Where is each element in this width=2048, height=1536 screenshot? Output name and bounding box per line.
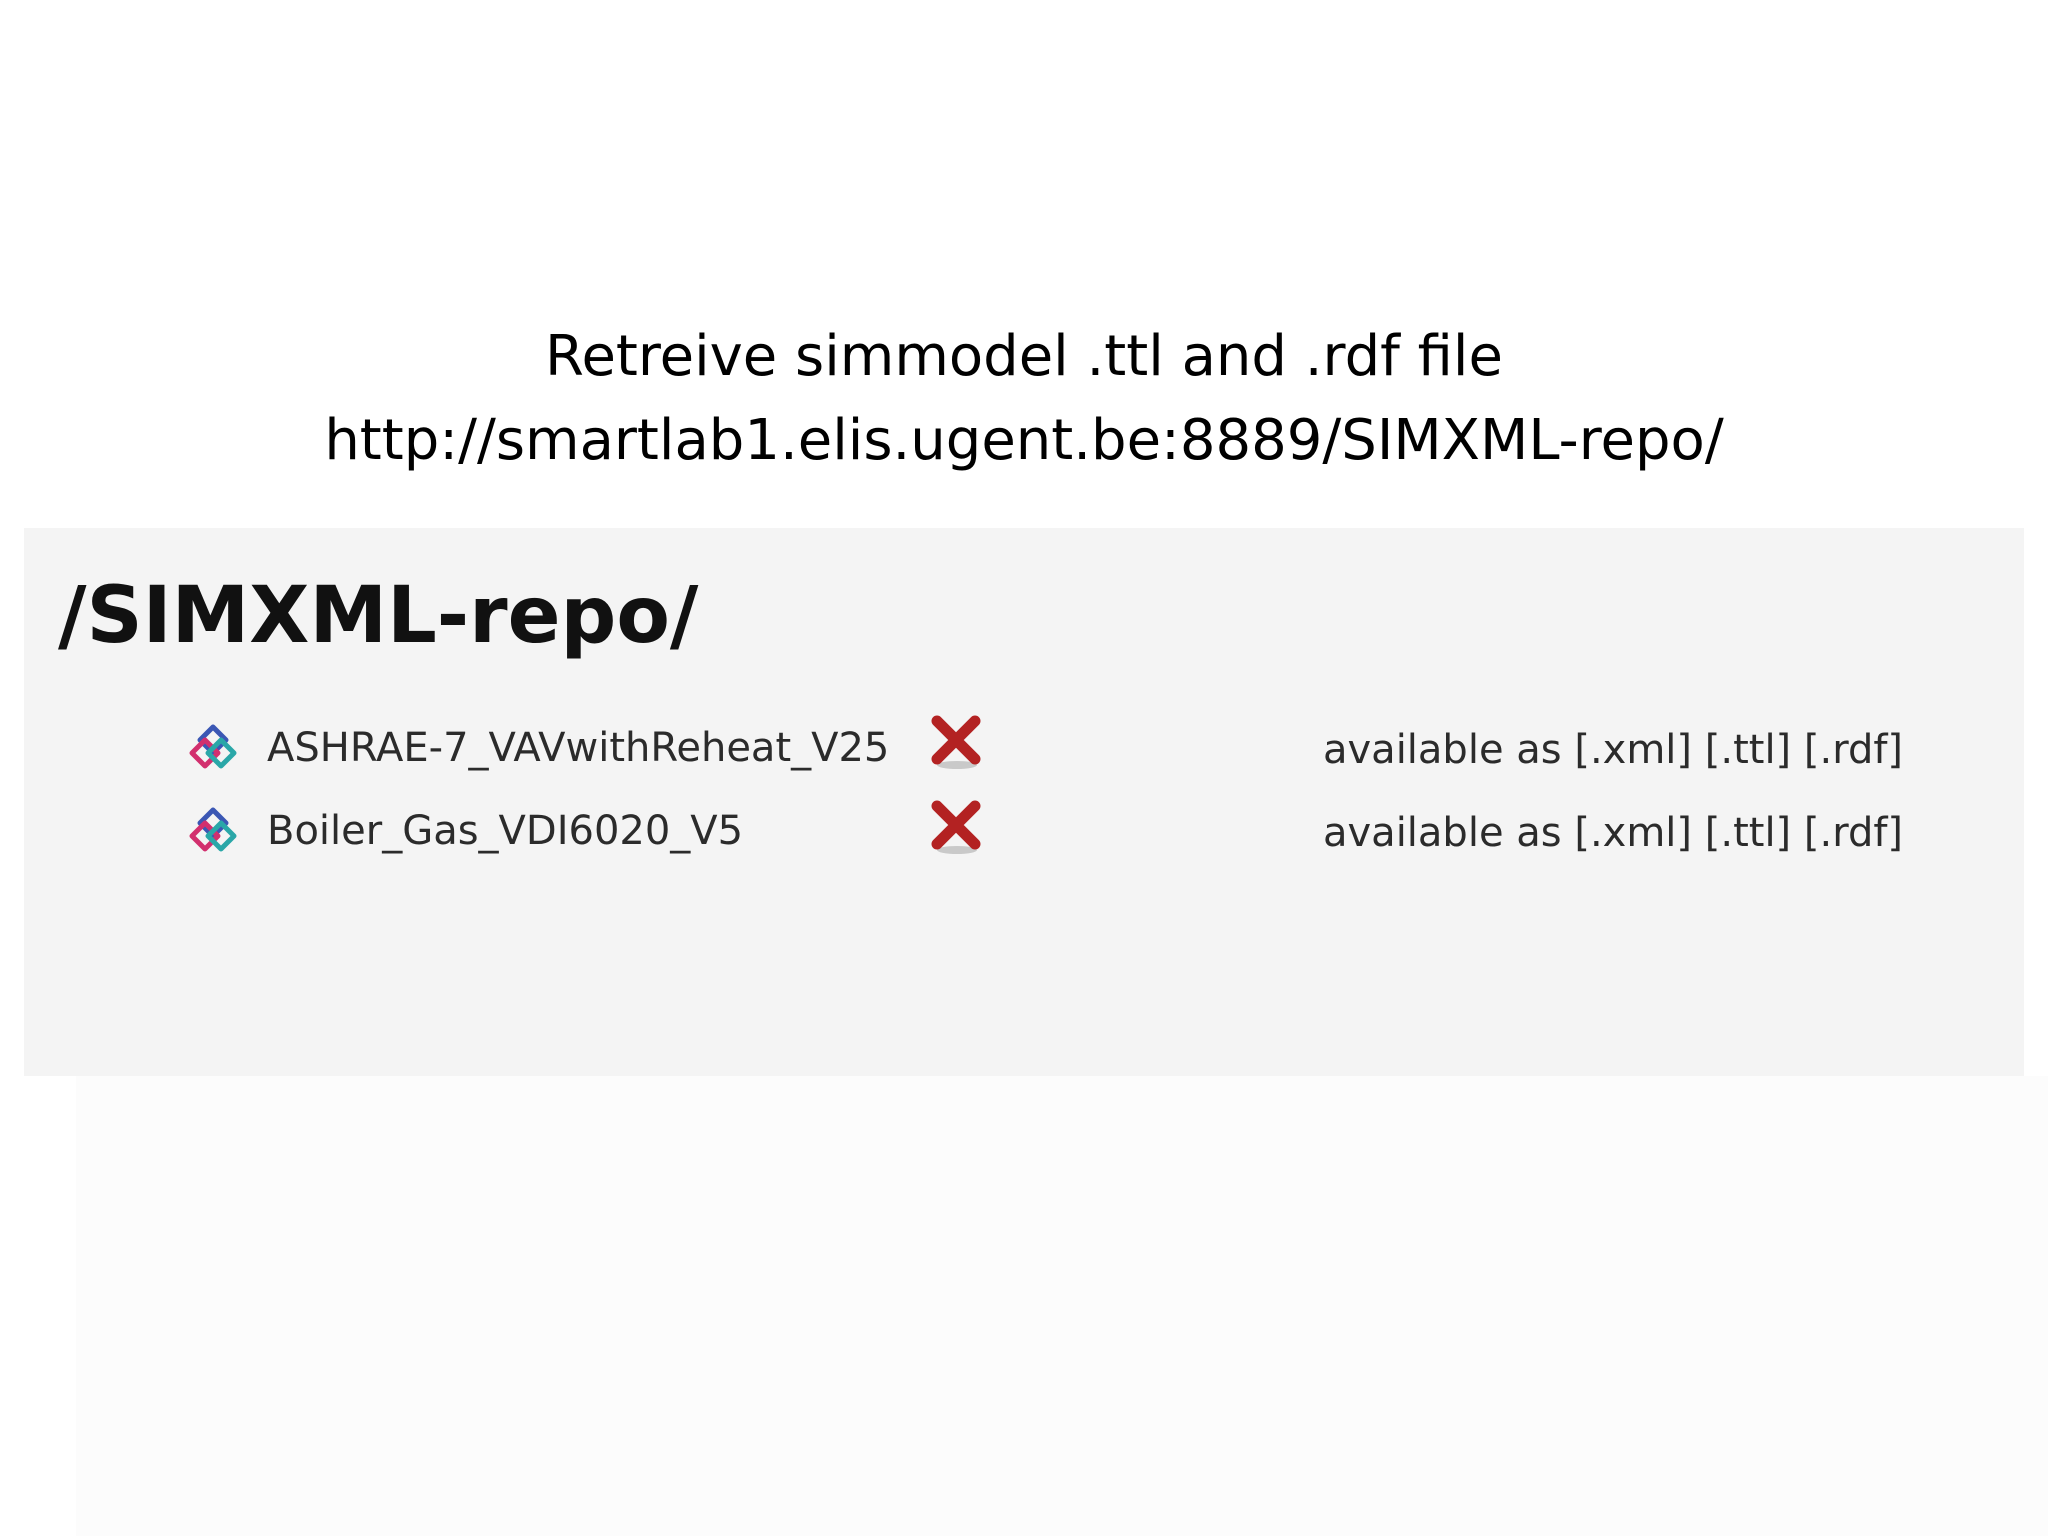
- delete-x-icon[interactable]: [927, 713, 985, 771]
- repo-listing-panel: /SIMXML-repo/ ASHRAE-7_VAVwithReheat_V25…: [24, 528, 2024, 1076]
- file-name-link[interactable]: Boiler_Gas_VDI6020_V5: [267, 806, 743, 856]
- format-link-xml[interactable]: [.xml]: [1574, 810, 1692, 856]
- available-formats: available as [.xml] [.ttl] [.rdf]: [1323, 725, 1903, 775]
- slide-heading: Retreive simmodel .ttl and .rdf file htt…: [0, 315, 2048, 483]
- blank-lower-area: [76, 1076, 2048, 1536]
- format-link-xml[interactable]: [.xml]: [1574, 727, 1692, 773]
- format-link-rdf[interactable]: [.rdf]: [1804, 810, 1903, 856]
- delete-x-icon[interactable]: [927, 798, 985, 856]
- available-as-label: available as: [1323, 727, 1562, 773]
- slide-heading-title: Retreive simmodel .ttl and .rdf file: [545, 324, 1503, 389]
- simmodel-file-icon[interactable]: [186, 721, 240, 775]
- file-row: Boiler_Gas_VDI6020_V5 available as [.xml…: [24, 796, 2024, 866]
- repo-title: /SIMXML-repo/: [58, 571, 699, 661]
- format-link-rdf[interactable]: [.rdf]: [1804, 727, 1903, 773]
- available-formats: available as [.xml] [.ttl] [.rdf]: [1323, 808, 1903, 858]
- simmodel-file-icon[interactable]: [186, 804, 240, 858]
- file-row: ASHRAE-7_VAVwithReheat_V25 available as …: [24, 713, 2024, 783]
- available-as-label: available as: [1323, 810, 1562, 856]
- slide-heading-url: http://smartlab1.elis.ugent.be:8889/SIMX…: [324, 408, 1724, 473]
- format-link-ttl[interactable]: [.ttl]: [1705, 810, 1791, 856]
- format-link-ttl[interactable]: [.ttl]: [1705, 727, 1791, 773]
- file-name-link[interactable]: ASHRAE-7_VAVwithReheat_V25: [267, 723, 889, 773]
